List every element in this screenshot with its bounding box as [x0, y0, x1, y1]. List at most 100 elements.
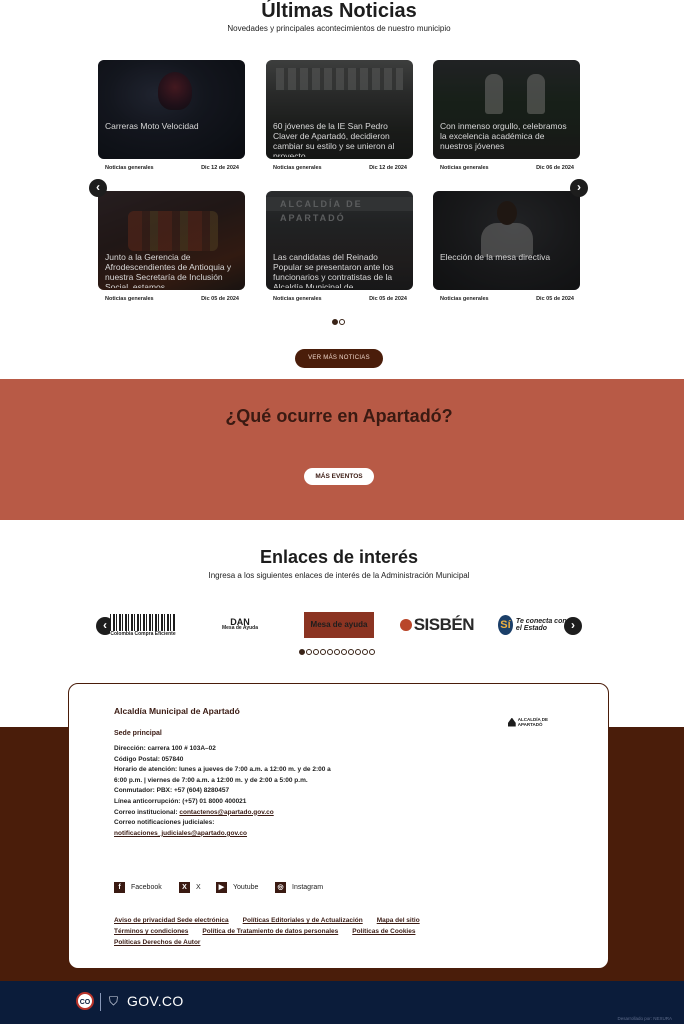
dan-logo[interactable]: DAN Mesa de Ayuda — [220, 612, 260, 638]
footer-email-row: Correo institucional: contactenos@aparta… — [114, 808, 336, 819]
instagram-icon: ◎ — [275, 882, 286, 893]
footer-email-label: Correo institucional: — [114, 808, 180, 816]
footer-anticorruption: Línea anticorrupción: (+57) 01 8000 4000… — [114, 797, 247, 805]
news-category: Noticias generales — [273, 296, 322, 302]
pagination-dot[interactable] — [339, 319, 345, 325]
pagination-dot[interactable] — [355, 649, 361, 655]
news-category: Noticias generales — [105, 296, 154, 302]
news-date: Dic 05 de 2024 — [536, 296, 574, 302]
links-title: Enlaces de interés — [259, 547, 419, 567]
footer-postal: Código Postal: 057840 — [114, 755, 184, 763]
logo-label: SISBÉN — [413, 615, 475, 634]
links-pagination — [299, 649, 375, 655]
news-card-title[interactable]: Elección de la mesa directiva — [440, 252, 574, 288]
events-section: ¿Qué ocurre en Apartadó? MÁS EVENTOS — [0, 379, 684, 520]
pagination-dot[interactable] — [332, 319, 338, 325]
news-category: Noticias generales — [440, 296, 489, 302]
news-card-title[interactable]: 60 jóvenes de la IE San Pedro Claver de … — [273, 121, 407, 157]
news-meta: Noticias generales Dic 06 de 2024 — [433, 165, 580, 175]
news-date: Dic 12 de 2024 — [201, 165, 239, 171]
pagination-dot[interactable] — [299, 649, 305, 655]
news-card[interactable]: Elección de la mesa directiva — [433, 191, 580, 290]
policy-link[interactable]: Políticas Derechos de Autor — [114, 939, 200, 946]
news-meta: Noticias generales Dic 12 de 2024 — [98, 165, 245, 175]
developer-credit[interactable]: Desarrollado por: NEXURA — [617, 1016, 672, 1021]
footer-email-link[interactable]: contactenos@apartado.gov.co — [179, 809, 273, 816]
si-te-conecta-logo[interactable]: Sí Te conecta con el Estado — [498, 612, 568, 638]
footer-phone: Conmutador: PBX: +57 (604) 8280457 — [114, 787, 230, 795]
social-facebook[interactable]: f Facebook — [114, 882, 162, 893]
pagination-dot[interactable] — [306, 649, 312, 655]
footer-policy-links: Aviso de privacidad Sede electrónica Polí… — [114, 915, 474, 948]
news-pagination — [332, 319, 345, 325]
logo-label: ALCALDÍA DE APARTADÓ — [517, 717, 549, 727]
social-label: X — [196, 884, 201, 891]
facebook-icon: f — [114, 882, 125, 893]
logo-label: Mesa de Ayuda — [221, 625, 259, 631]
news-card[interactable]: Con inmenso orgullo, celebramos la excel… — [433, 60, 580, 159]
news-category: Noticias generales — [105, 165, 154, 171]
sisben-logo[interactable]: SISBÉN — [400, 612, 475, 638]
logo-label: Mesa de ayuda — [310, 620, 368, 629]
news-card-title[interactable]: Carreras Moto Velocidad — [105, 121, 239, 157]
footer-org-name: Alcaldía Municipal de Apartadó — [114, 706, 240, 716]
footer-hours: Horario de atención: lunes a jueves de 7… — [114, 766, 331, 784]
news-card-title[interactable]: Con inmenso orgullo, celebramos la excel… — [440, 121, 574, 157]
gov-co-label[interactable]: GOV.CO — [127, 993, 184, 1009]
links-subtitle: Ingresa a los siguientes enlaces de inte… — [208, 571, 470, 580]
pagination-dot[interactable] — [369, 649, 375, 655]
social-label: Youtube — [233, 884, 259, 891]
shield-icon — [508, 717, 516, 727]
logo-label: Te conecta con el Estado — [515, 618, 567, 632]
social-x[interactable]: X X — [179, 882, 201, 893]
news-category: Noticias generales — [273, 165, 322, 171]
policy-link[interactable]: Aviso de privacidad Sede electrónica — [114, 917, 229, 924]
mesa-de-ayuda-logo[interactable]: Mesa de ayuda — [304, 612, 374, 638]
policy-link[interactable]: Políticas de Cookies — [352, 928, 415, 935]
news-card[interactable]: ALCALDÍA DE APARTADÓ Las candidatas del … — [266, 191, 413, 290]
footer-judicial-label: Correo notificaciones judiciales: — [114, 819, 215, 827]
news-card-title[interactable]: Junto a la Gerencia de Afrodescendientes… — [105, 252, 239, 288]
alcaldia-logo: ALCALDÍA DE APARTADÓ — [508, 716, 566, 728]
footer-judicial-link[interactable]: notificaciones_judiciales@apartado.gov.c… — [114, 829, 336, 840]
news-card[interactable]: Junto a la Gerencia de Afrodescendientes… — [98, 191, 245, 290]
x-icon: X — [179, 882, 190, 893]
footer-card: Alcaldía Municipal de Apartadó ALCALDÍA … — [68, 683, 609, 969]
footer-address: Dirección: carrera 100 # 103A–02 — [114, 745, 216, 752]
news-next-arrow-icon[interactable]: › — [570, 179, 588, 197]
policy-link[interactable]: Política de Tratamiento de datos persona… — [202, 928, 338, 935]
news-title: Últimas Noticias — [261, 0, 417, 22]
social-label: Facebook — [131, 884, 162, 891]
news-meta: Noticias generales Dic 05 de 2024 — [433, 296, 580, 306]
news-subtitle: Novedades y principales acontecimientos … — [227, 24, 451, 33]
co-logo[interactable]: CO — [76, 992, 94, 1010]
more-news-button[interactable]: VER MÁS NOTICIAS — [295, 349, 383, 368]
news-date: Dic 12 de 2024 — [369, 165, 407, 171]
policy-link[interactable]: Mapa del sitio — [377, 917, 420, 924]
pagination-dot[interactable] — [348, 649, 354, 655]
policy-link[interactable]: Términos y condiciones — [114, 928, 188, 935]
colombia-compra-logo[interactable]: Colombia Compra Eficiente — [108, 612, 178, 638]
footer-sede: Sede principal — [114, 730, 162, 737]
more-events-button[interactable]: MÁS EVENTOS — [304, 468, 374, 485]
shield-icon: ⛉ — [109, 994, 119, 1008]
news-date: Dic 05 de 2024 — [369, 296, 407, 302]
logo-label: Colombia Compra Eficiente — [110, 631, 176, 637]
news-card[interactable]: Carreras Moto Velocidad — [98, 60, 245, 159]
news-meta: Noticias generales Dic 12 de 2024 — [266, 165, 413, 175]
pagination-dot[interactable] — [362, 649, 368, 655]
social-label: Instagram — [292, 884, 324, 891]
news-card-title[interactable]: Las candidatas del Reinado Popular se pr… — [273, 252, 407, 288]
pagination-dot[interactable] — [334, 649, 340, 655]
pagination-dot[interactable] — [320, 649, 326, 655]
news-card[interactable]: 60 jóvenes de la IE San Pedro Claver de … — [266, 60, 413, 159]
policy-link[interactable]: Políticas Editoriales y de Actualización — [243, 917, 363, 924]
pagination-dot[interactable] — [327, 649, 333, 655]
gear-icon — [400, 619, 412, 631]
social-instagram[interactable]: ◎ Instagram — [275, 882, 323, 893]
pagination-dot[interactable] — [341, 649, 347, 655]
social-youtube[interactable]: ▶ Youtube — [216, 882, 258, 893]
news-prev-arrow-icon[interactable]: ‹ — [89, 179, 107, 197]
pagination-dot[interactable] — [313, 649, 319, 655]
gov-bar: CO ⛉ GOV.CO Desarrollado por: NEXURA — [0, 981, 684, 1024]
